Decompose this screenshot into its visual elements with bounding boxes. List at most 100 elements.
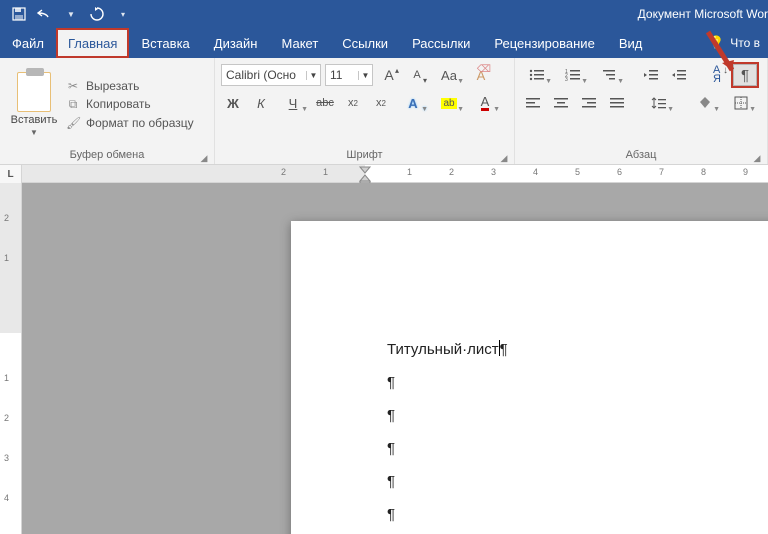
indent-marker[interactable]	[359, 165, 371, 183]
ruler-tick: 8	[701, 167, 706, 177]
format-painter-button[interactable]: 🖌 Формат по образцу	[66, 116, 194, 130]
tab-file[interactable]: Файл	[0, 28, 56, 58]
title-bar: ▼ ▾ Документ Microsoft Wor	[0, 0, 768, 28]
superscript-button[interactable]: x2	[369, 92, 393, 114]
tab-review[interactable]: Рецензирование	[482, 28, 606, 58]
pilcrow-icon: ¶	[387, 407, 395, 424]
tell-me[interactable]: 💡 Что в	[700, 28, 768, 58]
ruler-horizontal[interactable]: L 2 1 1 2 3 4 5 6 7 8 9	[0, 165, 768, 183]
pilcrow-icon: ¶	[387, 440, 395, 457]
numbering-button[interactable]: 123▼	[557, 64, 589, 86]
chevron-down-icon: ▼	[306, 71, 320, 80]
ribbon: Вставить ▼ ✂ Вырезать ⧉ Копировать 🖌 Фор…	[0, 58, 768, 165]
ruler-tick: 1	[4, 253, 9, 263]
ruler-vertical[interactable]: 2 1 1 2 3 4 5	[0, 183, 22, 534]
ruler-tick: 1	[4, 373, 9, 383]
font-size-combo[interactable]: 11 ▼	[325, 64, 373, 86]
copy-button[interactable]: ⧉ Копировать	[66, 97, 194, 112]
group-font-label: Шрифт	[346, 149, 382, 161]
empty-paragraph[interactable]: ¶	[387, 399, 508, 432]
ruler-tick: 2	[4, 213, 9, 223]
tab-mailings[interactable]: Рассылки	[400, 28, 482, 58]
ruler-tick: 6	[617, 167, 622, 177]
italic-button[interactable]: К	[249, 92, 273, 114]
shrink-font-button[interactable]: A▾	[405, 64, 429, 86]
copy-label: Копировать	[86, 97, 151, 111]
document-content[interactable]: Титульный·лист¶ ¶ ¶ ¶ ¶ ¶ ¶	[387, 333, 508, 534]
grow-font-button[interactable]: A▴	[377, 64, 401, 86]
pilcrow-icon: ¶	[387, 473, 395, 490]
page[interactable]: Титульный·лист¶ ¶ ¶ ¶ ¶ ¶ ¶	[291, 221, 768, 534]
line-spacing-button[interactable]: ▼	[643, 92, 675, 114]
tab-insert[interactable]: Вставка	[129, 28, 201, 58]
group-clipboard-label: Буфер обмена	[70, 149, 145, 161]
clear-format-button[interactable]: A⌫	[469, 64, 493, 86]
outdent-button[interactable]	[639, 64, 663, 86]
lightbulb-icon: 💡	[708, 35, 724, 51]
paste-button[interactable]: Вставить ▼	[6, 62, 62, 146]
paste-icon	[17, 72, 51, 112]
ribbon-tabs: Файл Главная Вставка Дизайн Макет Ссылки…	[0, 28, 768, 58]
shading-button[interactable]: ▼	[689, 92, 721, 114]
empty-paragraph[interactable]: ¶	[387, 366, 508, 399]
empty-paragraph[interactable]: ¶	[387, 432, 508, 465]
cut-label: Вырезать	[86, 79, 139, 93]
brush-icon: 🖌	[66, 116, 80, 130]
format-painter-label: Формат по образцу	[86, 116, 194, 130]
ruler-tick: 4	[4, 493, 9, 503]
qat-customize-icon[interactable]: ▾	[114, 5, 132, 23]
paragraph-dialog-launcher[interactable]: ◢	[751, 152, 763, 164]
font-name-value: Calibri (Осно	[222, 68, 306, 82]
justify-button[interactable]	[605, 92, 629, 114]
undo-icon[interactable]	[36, 5, 54, 23]
tab-references[interactable]: Ссылки	[330, 28, 400, 58]
cut-button[interactable]: ✂ Вырезать	[66, 79, 194, 93]
strike-button[interactable]: abc	[313, 92, 337, 114]
clipboard-dialog-launcher[interactable]: ◢	[198, 152, 210, 164]
ruler-tick: 5	[575, 167, 580, 177]
tab-selector[interactable]: L	[0, 165, 22, 183]
align-center-button[interactable]	[549, 92, 573, 114]
ruler-tick: 2	[449, 167, 454, 177]
show-paragraph-marks-button[interactable]: ¶	[733, 64, 757, 86]
undo-dropdown-icon[interactable]: ▼	[62, 5, 80, 23]
font-dialog-launcher[interactable]: ◢	[498, 152, 510, 164]
work-area: 2 1 1 2 3 4 5 Титульный·лист¶ ¶ ¶ ¶ ¶ ¶ ¶	[0, 183, 768, 534]
group-clipboard: Вставить ▼ ✂ Вырезать ⧉ Копировать 🖌 Фор…	[0, 58, 215, 164]
subscript-button[interactable]: x2	[341, 92, 365, 114]
tell-me-label: Что в	[730, 36, 760, 50]
bullets-button[interactable]: ▼	[521, 64, 553, 86]
redo-icon[interactable]	[88, 5, 106, 23]
highlight-button[interactable]: ab▼	[433, 92, 465, 114]
canvas[interactable]: Титульный·лист¶ ¶ ¶ ¶ ¶ ¶ ¶	[22, 183, 768, 534]
tab-view[interactable]: Вид	[607, 28, 655, 58]
change-case-button[interactable]: Aa▼	[433, 64, 465, 86]
ruler-tick: 9	[743, 167, 748, 177]
text-effects-button[interactable]: A▼	[397, 92, 429, 114]
empty-paragraph[interactable]: ¶	[387, 498, 508, 531]
pilcrow-icon: ¶	[500, 341, 508, 358]
ruler-tick: 4	[533, 167, 538, 177]
underline-button[interactable]: Ч▼	[277, 92, 309, 114]
font-color-button[interactable]: A▼	[469, 92, 501, 114]
align-left-button[interactable]	[521, 92, 545, 114]
quick-access-toolbar: ▼ ▾	[0, 5, 132, 23]
sort-button[interactable]: АЯ↓	[705, 64, 729, 86]
multilevel-button[interactable]: ▼	[593, 64, 625, 86]
tab-design[interactable]: Дизайн	[202, 28, 270, 58]
paste-label: Вставить	[11, 114, 58, 126]
ruler-tick: 7	[659, 167, 664, 177]
text-line[interactable]: Титульный·лист¶	[387, 333, 508, 366]
borders-button[interactable]: ▼	[725, 92, 757, 114]
save-icon[interactable]	[10, 5, 28, 23]
ruler-tick: 2	[281, 167, 286, 177]
ruler-tick: 1	[407, 167, 412, 177]
tab-home[interactable]: Главная	[56, 28, 129, 58]
ruler-tick: 2	[4, 413, 9, 423]
font-name-combo[interactable]: Calibri (Осно ▼	[221, 64, 321, 86]
empty-paragraph[interactable]: ¶	[387, 465, 508, 498]
tab-layout[interactable]: Макет	[269, 28, 330, 58]
align-right-button[interactable]	[577, 92, 601, 114]
indent-button[interactable]	[667, 64, 691, 86]
bold-button[interactable]: Ж	[221, 92, 245, 114]
